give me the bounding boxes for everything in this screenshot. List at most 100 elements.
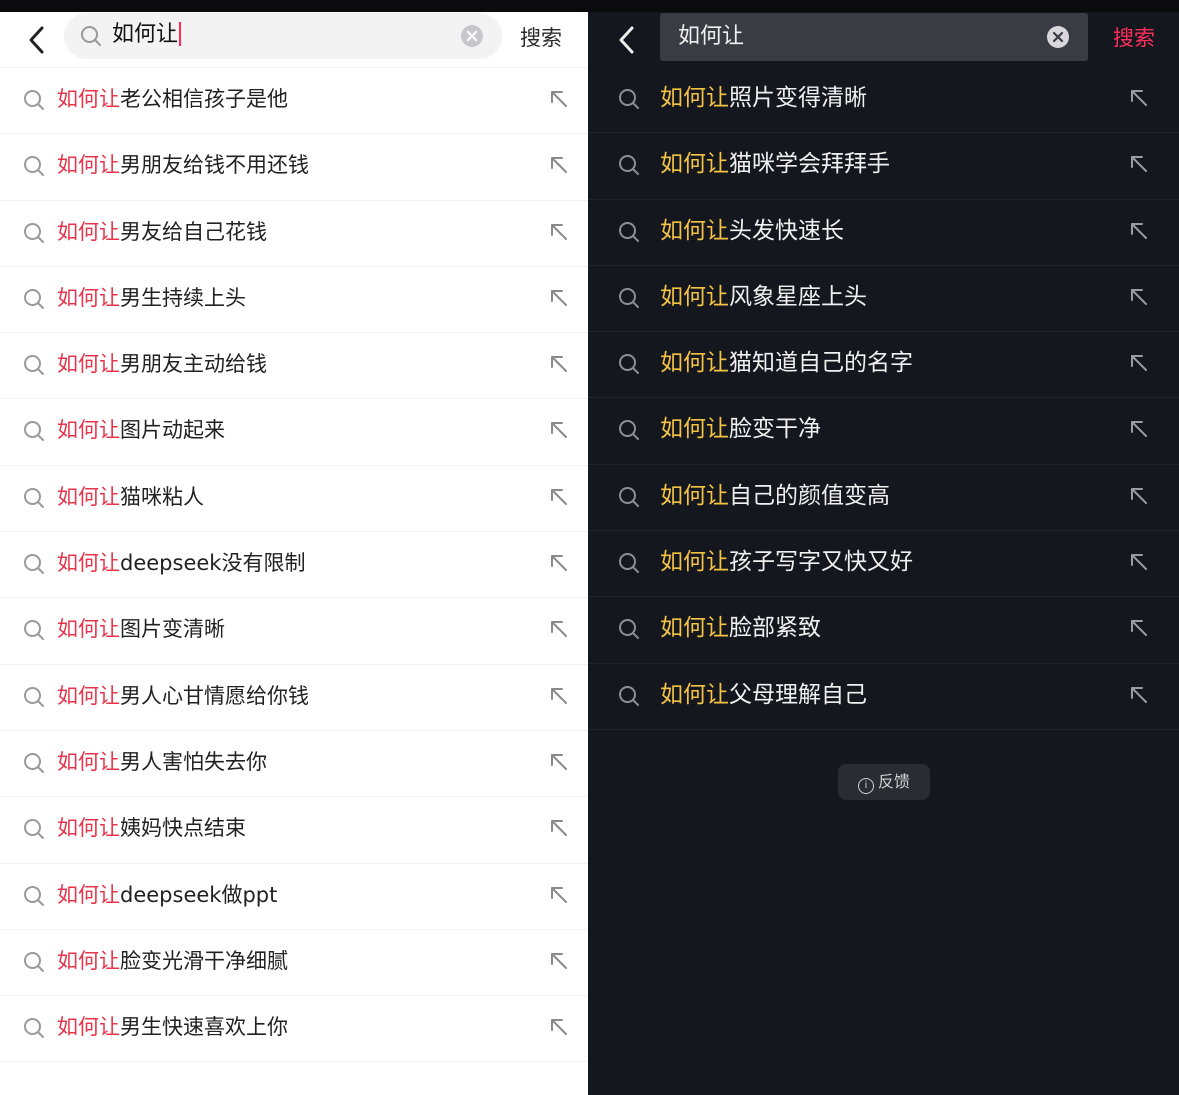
suggestion-text: 如何让男朋友主动给钱: [57, 350, 267, 378]
suggestion-item[interactable]: 如何让deepseek没有限制: [0, 532, 588, 599]
search-icon: [23, 354, 45, 376]
suggestion-item[interactable]: 如何让自己的颜值变高: [588, 465, 1179, 532]
suggestion-item[interactable]: 如何让猫咪学会拜拜手: [588, 133, 1179, 200]
arrow-up-left-icon[interactable]: [548, 552, 570, 574]
arrow-up-left-icon[interactable]: [1128, 220, 1150, 242]
chevron-left-icon: [619, 26, 634, 54]
arrow-up-left-icon[interactable]: [548, 817, 570, 839]
suggestion-highlight: 如何让: [57, 551, 120, 576]
suggestion-item[interactable]: 如何让脸变光滑干净细腻: [0, 930, 588, 997]
suggestion-item[interactable]: 如何让父母理解自己: [588, 664, 1179, 730]
arrow-up-left-icon[interactable]: [548, 419, 570, 441]
suggestion-text: 如何让头发快速长: [660, 216, 844, 246]
arrow-up-left-icon[interactable]: [548, 685, 570, 707]
info-icon: i: [857, 778, 874, 794]
suggestion-highlight: 如何让: [660, 217, 729, 244]
suggestion-rest: 自己的颜值变高: [729, 482, 890, 509]
suggestion-item[interactable]: 如何让猫知道自己的名字: [588, 332, 1179, 399]
search-icon: [23, 686, 45, 708]
suggestion-rest: deepseek做ppt: [120, 882, 278, 907]
suggestion-highlight: 如何让: [57, 749, 120, 774]
arrow-up-left-icon[interactable]: [548, 88, 570, 110]
arrow-up-left-icon[interactable]: [548, 287, 570, 309]
suggestion-item[interactable]: 如何让图片动起来: [0, 399, 588, 466]
arrow-up-left-icon[interactable]: [548, 751, 570, 773]
arrow-up-left-icon[interactable]: [548, 353, 570, 375]
suggestion-item[interactable]: 如何让姨妈快点结束: [0, 797, 588, 864]
suggestion-text: 如何让图片变清晰: [57, 615, 225, 643]
arrow-up-left-icon[interactable]: [1128, 485, 1150, 507]
search-icon: [618, 486, 640, 508]
suggestion-item[interactable]: 如何让头发快速长: [588, 200, 1179, 266]
suggestion-text: 如何让男人心甘情愿给你钱: [57, 682, 309, 710]
suggestion-highlight: 如何让: [660, 681, 729, 708]
suggestion-item[interactable]: 如何让孩子写字又快又好: [588, 531, 1179, 598]
arrow-up-left-icon[interactable]: [1128, 352, 1150, 374]
search-icon: [618, 618, 640, 640]
search-icon: [23, 288, 45, 310]
arrow-up-left-icon[interactable]: [1128, 617, 1150, 639]
search-icon: [618, 353, 640, 375]
back-button[interactable]: [612, 20, 640, 60]
arrow-up-left-icon[interactable]: [1128, 153, 1150, 175]
suggestion-highlight: 如何让: [57, 683, 120, 708]
suggestion-item[interactable]: 如何让老公相信孩子是他: [0, 67, 588, 135]
search-button[interactable]: 搜索: [520, 22, 562, 52]
suggestion-highlight: 如何让: [57, 285, 120, 310]
suggestion-item[interactable]: 如何让照片变得清晰: [588, 67, 1179, 134]
suggestion-text: 如何让deepseek没有限制: [57, 549, 305, 577]
suggestion-text: 如何让老公相信孩子是他: [57, 85, 288, 113]
search-input[interactable]: 如何让: [112, 21, 182, 49]
suggestion-text: 如何让自己的颜值变高: [660, 481, 890, 511]
arrow-up-left-icon[interactable]: [548, 884, 570, 906]
light-search-panel: 如何让 搜索 如何让老公相信孩子是他如何让男朋友给钱不用还钱如何让男友给自己花钱…: [0, 12, 588, 1095]
suggestion-text: 如何让父母理解自己: [660, 680, 867, 710]
suggestion-item[interactable]: 如何让图片变清晰: [0, 598, 588, 665]
search-input[interactable]: 如何让: [678, 23, 744, 51]
arrow-up-left-icon[interactable]: [548, 618, 570, 640]
search-button[interactable]: 搜索: [1113, 22, 1155, 52]
suggestion-item[interactable]: 如何让男朋友主动给钱: [0, 333, 588, 400]
arrow-up-left-icon[interactable]: [1128, 551, 1150, 573]
arrow-up-left-icon[interactable]: [548, 154, 570, 176]
suggestion-highlight: 如何让: [57, 418, 120, 443]
suggestion-rest: 头发快速长: [729, 217, 844, 244]
arrow-up-left-icon[interactable]: [548, 486, 570, 508]
suggestion-item[interactable]: 如何让猫咪粘人: [0, 466, 588, 533]
arrow-up-left-icon[interactable]: [1128, 286, 1150, 308]
suggestion-text: 如何让照片变得清晰: [660, 83, 867, 113]
suggestion-item[interactable]: 如何让男朋友给钱不用还钱: [0, 134, 588, 201]
suggestion-item[interactable]: 如何让男生持续上头: [0, 267, 588, 334]
suggestion-item[interactable]: 如何让风象星座上头: [588, 266, 1179, 333]
back-button[interactable]: [22, 20, 50, 60]
arrow-up-left-icon[interactable]: [1128, 684, 1150, 706]
suggestion-item[interactable]: 如何让男人心甘情愿给你钱: [0, 665, 588, 731]
suggestion-rest: 猫咪学会拜拜手: [729, 151, 890, 178]
suggestion-text: 如何让男友给自己花钱: [57, 218, 267, 246]
suggestion-highlight: 如何让: [660, 416, 729, 443]
arrow-up-left-icon[interactable]: [548, 1016, 570, 1038]
search-field[interactable]: 如何让: [64, 13, 502, 59]
suggestion-list: 如何让老公相信孩子是他如何让男朋友给钱不用还钱如何让男友给自己花钱如何让男生持续…: [0, 67, 588, 1063]
arrow-up-left-icon[interactable]: [1128, 87, 1150, 109]
arrow-up-left-icon[interactable]: [548, 221, 570, 243]
suggestion-rest: 男人心甘情愿给你钱: [120, 683, 309, 708]
clear-icon[interactable]: [460, 24, 484, 48]
suggestion-rest: 男朋友主动给钱: [120, 352, 267, 377]
suggestion-item[interactable]: 如何让男生快速喜欢上你: [0, 996, 588, 1063]
suggestion-rest: 男人害怕失去你: [120, 749, 267, 774]
search-icon: [81, 26, 101, 46]
dark-search-panel: 如何让 搜索 如何让照片变得清晰 如何让猫咪学会拜拜手 如何让头发快速长 如何让风象星…: [588, 12, 1179, 1095]
feedback-button[interactable]: i 反馈: [838, 764, 930, 800]
search-icon: [23, 487, 45, 509]
search-icon: [23, 89, 45, 111]
suggestion-item[interactable]: 如何让脸变干净: [588, 398, 1179, 465]
arrow-up-left-icon[interactable]: [1128, 418, 1150, 440]
search-field[interactable]: 如何让: [660, 13, 1088, 61]
suggestion-item[interactable]: 如何让脸部紧致: [588, 597, 1179, 664]
suggestion-item[interactable]: 如何让男友给自己花钱: [0, 201, 588, 267]
suggestion-item[interactable]: 如何让deepseek做ppt: [0, 864, 588, 930]
arrow-up-left-icon[interactable]: [548, 950, 570, 972]
clear-icon[interactable]: [1046, 25, 1070, 49]
suggestion-item[interactable]: 如何让男人害怕失去你: [0, 731, 588, 798]
